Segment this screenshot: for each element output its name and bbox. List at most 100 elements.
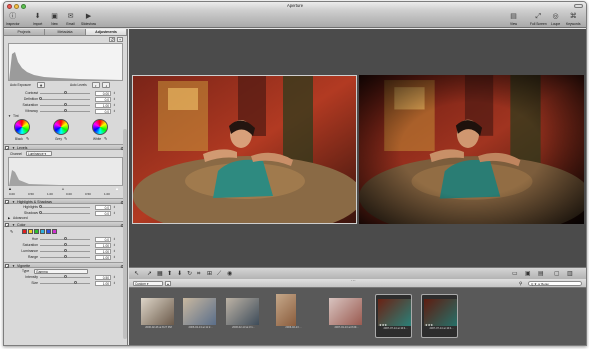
value-field[interactable]: 0.0: [95, 237, 111, 242]
viewer-mode-icon[interactable]: ▣: [525, 271, 531, 277]
minimize-window-icon[interactable]: [14, 4, 19, 9]
close-window-icon[interactable]: [7, 4, 12, 9]
straighten-tool-icon[interactable]: ⊞: [207, 271, 212, 277]
filmstrip-thumbnail[interactable]: 2006-02-13 at 3:1...: [224, 294, 261, 338]
single-view-icon[interactable]: ▢: [554, 271, 560, 277]
value-field[interactable]: 1.00: [95, 243, 111, 248]
auto-levels-combined-button[interactable]: ◐: [92, 82, 100, 88]
color-wheel[interactable]: [14, 119, 30, 135]
select-tool-icon[interactable]: ↖: [134, 271, 139, 277]
eyedropper-icon[interactable]: ✎: [64, 136, 67, 141]
stepper-icon[interactable]: ⇕: [113, 237, 116, 241]
stack-tool-icon[interactable]: ▦: [157, 271, 163, 277]
filmstrip-thumbnail[interactable]: 2006-02-13 at 11:2...: [181, 294, 218, 338]
levels-value[interactable]: 1.00: [47, 192, 53, 196]
adjusted-photo[interactable]: [359, 75, 584, 224]
slideshow-button[interactable]: ▶ Slideshow: [81, 12, 96, 26]
search-field[interactable]: Q ★ or Better: [528, 280, 582, 286]
levels-value[interactable]: 0.50: [28, 192, 34, 196]
slider-track[interactable]: [40, 283, 90, 284]
stepper-icon[interactable]: ⇕: [113, 91, 116, 95]
color-wheel[interactable]: [53, 119, 69, 135]
value-field[interactable]: 0.00: [95, 91, 111, 96]
value-field[interactable]: 1.00: [95, 249, 111, 254]
lift-tool-icon[interactable]: ⬆: [167, 271, 172, 277]
white-point-handle[interactable]: ▲: [115, 186, 119, 191]
stepper-icon[interactable]: ⇕: [113, 103, 116, 107]
color-swatch[interactable]: [40, 229, 45, 234]
white-tint-wheel[interactable]: White ✎: [92, 119, 108, 141]
filmstrip-thumbnail[interactable]: 2006-02-26 at 8:27 PM: [139, 294, 176, 338]
stepper-icon[interactable]: ⇕: [113, 97, 116, 101]
sort-direction-icon[interactable]: ▲: [165, 280, 171, 286]
filmstrip-thumbnail[interactable]: 2007-01-13 at 8:29...: [327, 294, 364, 338]
color-wheel[interactable]: [92, 119, 108, 135]
color-swatch[interactable]: [28, 229, 33, 234]
eyedropper-icon[interactable]: ✎: [26, 136, 29, 141]
vignette-type-select[interactable]: Gamma: [34, 268, 88, 274]
full-screen-button[interactable]: ⤢ Full Screen: [530, 12, 547, 26]
stepper-icon[interactable]: ⇕: [113, 243, 116, 247]
rotate-tool-icon[interactable]: ↻: [187, 271, 192, 277]
levels-value[interactable]: 0.00: [66, 192, 72, 196]
tab-projects[interactable]: Projects: [4, 29, 45, 35]
dock-icon[interactable]: ▭: [512, 271, 518, 277]
filmstrip-thumbnail[interactable]: 2006-02-13 ...: [274, 294, 302, 338]
stepper-icon[interactable]: ⇕: [113, 211, 116, 215]
original-photo[interactable]: [132, 75, 357, 224]
black-point-handle[interactable]: ▲: [8, 186, 12, 191]
value-field[interactable]: 0.50: [95, 275, 111, 280]
value-field[interactable]: 1.00: [95, 281, 111, 286]
spot-patch-tool-icon[interactable]: ⟋: [217, 271, 221, 277]
tab-metadata[interactable]: Metadata: [45, 29, 86, 35]
auto-exposure-button[interactable]: ✷: [37, 82, 45, 88]
grey-tint-wheel[interactable]: Grey ✎: [53, 119, 69, 141]
levels-value[interactable]: 0.50: [85, 192, 91, 196]
color-swatch[interactable]: [22, 229, 27, 234]
slider-track[interactable]: [40, 99, 90, 100]
zoom-window-icon[interactable]: [21, 4, 26, 9]
pointer-tool-icon[interactable]: ➚: [147, 271, 152, 277]
eyedropper-icon[interactable]: ✎: [10, 229, 13, 234]
auto-levels-separate-button[interactable]: ◑: [102, 82, 110, 88]
stepper-icon[interactable]: ⇕: [113, 109, 116, 113]
stepper-icon[interactable]: ⇕: [113, 249, 116, 253]
browser-mode-icon[interactable]: ▤: [538, 271, 544, 277]
loupe-button[interactable]: ◎ Loupe: [551, 12, 560, 26]
stepper-icon[interactable]: ⇕: [113, 275, 116, 279]
stepper-icon[interactable]: ⇕: [113, 281, 116, 285]
gamma-handle[interactable]: ▲: [61, 186, 65, 191]
crop-tool-icon[interactable]: ⌗: [197, 271, 200, 277]
slider-track[interactable]: [40, 207, 90, 208]
red-eye-tool-icon[interactable]: ◉: [227, 271, 232, 277]
color-swatch[interactable]: [52, 229, 57, 234]
filmstrip-thumbnail[interactable]: ★★★ 2007-07-14 at 10:4...: [375, 294, 412, 338]
new-button[interactable]: ▣ New: [50, 12, 59, 26]
stepper-icon[interactable]: ⇕: [113, 205, 116, 209]
import-button[interactable]: ⬇ Import: [33, 12, 42, 26]
levels-value[interactable]: 0.00: [9, 192, 15, 196]
value-field[interactable]: 0.0: [95, 211, 111, 216]
channel-select[interactable]: Luminance ▾: [26, 151, 52, 156]
value-field[interactable]: 0.0: [95, 109, 111, 114]
inspector-scrollbar[interactable]: [123, 129, 127, 339]
slider-track[interactable]: [40, 213, 90, 214]
filter-icon[interactable]: ⚲: [519, 281, 522, 287]
multi-view-icon[interactable]: ▥: [567, 271, 573, 277]
value-field[interactable]: 0.0: [95, 97, 111, 102]
black-tint-wheel[interactable]: Black ✎: [14, 119, 30, 141]
email-button[interactable]: ✉ Email: [66, 12, 75, 26]
value-field[interactable]: 0.0: [95, 205, 111, 210]
color-swatch[interactable]: [46, 229, 51, 234]
toolbar-toggle-icon[interactable]: [574, 3, 583, 8]
stepper-icon[interactable]: ⇕: [113, 255, 116, 259]
keywords-button[interactable]: ⌘ Keywords: [566, 12, 580, 26]
view-button[interactable]: ▤ View: [509, 12, 518, 26]
eyedropper-icon[interactable]: ✎: [104, 136, 107, 141]
filmstrip-thumbnail[interactable]: ★★★ 2007-07-14 at 10:4...: [421, 294, 458, 338]
value-field[interactable]: 1.00: [95, 103, 111, 108]
color-swatch[interactable]: [34, 229, 39, 234]
splitter-handle-icon[interactable]: ⋯: [351, 278, 356, 284]
value-field[interactable]: 1.00: [95, 255, 111, 260]
levels-value[interactable]: 1.00: [104, 192, 110, 196]
